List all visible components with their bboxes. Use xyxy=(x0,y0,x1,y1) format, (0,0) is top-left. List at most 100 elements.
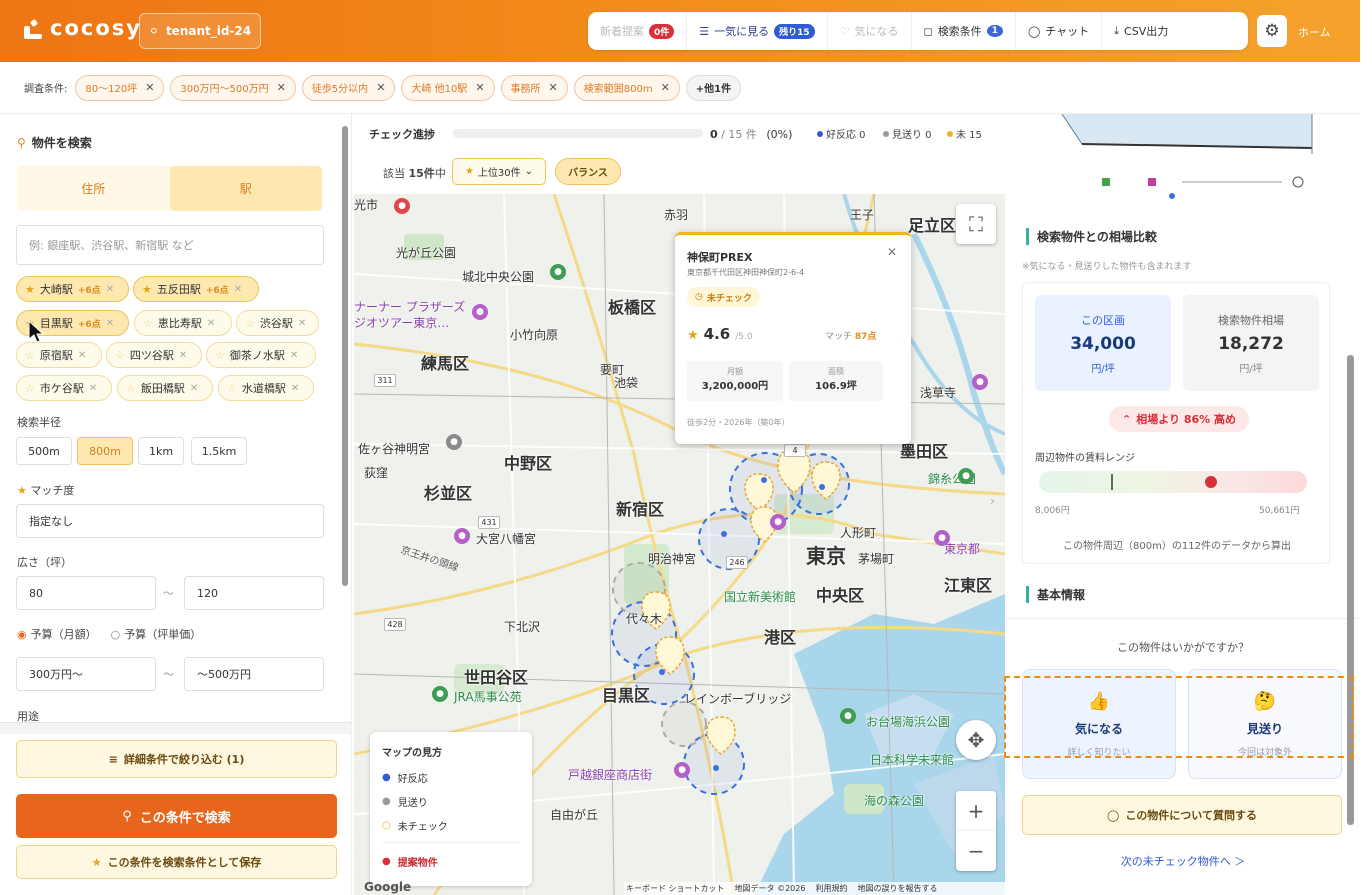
station-chip[interactable]: ☆ 水道橋駅 ✕ xyxy=(218,375,314,401)
station-chip[interactable]: ☆ 四ツ谷駅 ✕ xyxy=(106,342,202,368)
radius-option[interactable]: 1km xyxy=(138,437,184,465)
station-chip[interactable]: ☆ 渋谷駅 ✕ xyxy=(236,310,319,336)
star-outline-icon[interactable]: ☆ xyxy=(25,349,35,362)
poi-marker[interactable]: ● xyxy=(840,708,856,724)
poi-marker[interactable]: ● xyxy=(432,686,448,702)
nav-favorites[interactable]: ♡ 気になる xyxy=(828,12,912,50)
settings-button[interactable]: ⚙ xyxy=(1257,15,1287,47)
tab-address[interactable]: 住所 xyxy=(17,166,170,211)
close-icon[interactable]: ✕ xyxy=(234,284,242,295)
balance-button[interactable]: バランス xyxy=(555,158,621,185)
close-icon[interactable]: ✕ xyxy=(290,350,298,361)
nav-csv-export[interactable]: ⤓ CSV出力 xyxy=(1102,12,1180,50)
close-icon[interactable]: ✕ xyxy=(661,81,670,94)
poi-marker[interactable]: ● xyxy=(958,468,974,484)
close-icon[interactable]: ✕ xyxy=(190,383,198,394)
station-chip[interactable]: ☆ 恵比寿駅 ✕ xyxy=(134,310,232,336)
close-icon[interactable]: ✕ xyxy=(106,318,114,329)
close-icon[interactable]: ✕ xyxy=(89,383,97,394)
radio-checked-icon[interactable]: ◉ xyxy=(17,628,27,641)
condition-chip[interactable]: 80〜120坪 ✕ xyxy=(75,74,165,101)
poi-marker[interactable]: ● xyxy=(972,374,988,390)
next-unchecked-link[interactable]: 次の未チェック物件へ ＞ xyxy=(1006,853,1360,869)
match-select[interactable]: 指定なし xyxy=(16,504,324,538)
radius-option[interactable]: 500m xyxy=(16,437,72,465)
condition-chip[interactable]: 事務所 ✕ xyxy=(500,74,568,101)
tab-station[interactable]: 駅 xyxy=(169,166,322,211)
budget-monthly-label[interactable]: 予算（月額） xyxy=(31,626,97,642)
zoom-in-button[interactable]: + xyxy=(956,791,996,831)
recenter-button[interactable]: ✥ xyxy=(956,720,996,760)
ask-question-button[interactable]: ◯ この物件について質問する xyxy=(1022,795,1342,835)
radio-unchecked-icon[interactable]: ○ xyxy=(111,628,121,641)
budget-max-input[interactable]: 〜500万円 xyxy=(184,657,324,691)
area-min-input[interactable]: 80 xyxy=(16,576,156,610)
star-outline-icon[interactable]: ☆ xyxy=(143,317,153,330)
star-outline-icon[interactable]: ☆ xyxy=(115,349,125,362)
nav-chat[interactable]: ◯ チャット xyxy=(1016,12,1103,50)
fullscreen-button[interactable]: ⛶ xyxy=(956,204,996,244)
close-icon[interactable]: ✕ xyxy=(106,284,114,295)
poi-marker[interactable]: ● xyxy=(394,198,410,214)
close-icon[interactable]: ✕ xyxy=(207,318,215,329)
tenant-selector[interactable]: ⚪ tenant_id-24 xyxy=(139,13,261,49)
property-popup[interactable]: 神保町PREX ✕ 東京都千代田区神田神保町2-6-4 ◷ 未チェック ★ 4.6 /… xyxy=(675,232,911,444)
station-chip[interactable]: ☆ 御茶ノ水駅 ✕ xyxy=(206,342,316,368)
left-scrollbar[interactable] xyxy=(342,126,348,726)
condition-chip[interactable]: 300万円〜500万円 ✕ xyxy=(170,74,296,101)
save-condition-button[interactable]: ★ この条件を検索条件として保存 xyxy=(16,845,337,879)
budget-min-input[interactable]: 300万円〜 xyxy=(16,657,156,691)
poi-marker[interactable]: ● xyxy=(770,514,786,530)
star-outline-icon[interactable]: ☆ xyxy=(227,382,237,395)
attrib-terms[interactable]: 利用規約 xyxy=(815,883,847,894)
close-icon[interactable]: ✕ xyxy=(298,318,306,329)
condition-chip[interactable]: 大崎 他10駅 ✕ xyxy=(401,74,495,101)
poi-marker[interactable]: ● xyxy=(454,528,470,544)
poi-marker[interactable]: ● xyxy=(934,530,950,546)
radius-option[interactable]: 1.5km xyxy=(191,437,247,465)
detail-filter-button[interactable]: ≡ 詳細条件で絞り込む (1) xyxy=(16,740,337,778)
poi-marker[interactable]: ● xyxy=(472,304,488,320)
close-icon[interactable]: ✕ xyxy=(291,383,299,394)
radius-option[interactable]: 800m xyxy=(77,437,133,465)
area-max-input[interactable]: 120 xyxy=(184,576,324,610)
close-icon[interactable]: ✕ xyxy=(179,350,187,361)
poi-marker[interactable]: ● xyxy=(446,434,462,450)
condition-chip[interactable]: 検索範囲800m ✕ xyxy=(573,74,680,101)
close-icon[interactable]: ✕ xyxy=(145,81,154,94)
home-link[interactable]: ホーム xyxy=(1298,24,1331,40)
star-icon[interactable]: ★ xyxy=(25,283,35,296)
cocosy-logo[interactable]: cocosy xyxy=(22,16,142,40)
nav-new-proposals[interactable]: 新着提案 0件 xyxy=(588,12,688,50)
popup-close-icon[interactable]: ✕ xyxy=(887,245,897,259)
close-icon[interactable]: ✕ xyxy=(277,81,286,94)
station-chip[interactable]: ★ 五反田駅 +6点 ✕ xyxy=(133,276,259,302)
star-icon[interactable]: ★ xyxy=(142,283,152,296)
star-outline-icon[interactable]: ☆ xyxy=(126,382,136,395)
star-outline-icon[interactable]: ☆ xyxy=(245,317,255,330)
map-collapse-chevron-icon[interactable]: › xyxy=(990,494,995,508)
station-chip[interactable]: ☆ 市ケ谷駅 ✕ xyxy=(16,375,112,401)
poi-marker[interactable]: ● xyxy=(550,264,566,280)
attrib-keyboard[interactable]: キーボード ショートカット xyxy=(626,883,725,894)
search-button[interactable]: ⚲ この条件で検索 xyxy=(16,794,337,838)
zoom-out-button[interactable]: − xyxy=(956,831,996,871)
close-icon[interactable]: ✕ xyxy=(549,81,558,94)
star-outline-icon[interactable]: ☆ xyxy=(25,382,35,395)
condition-chip[interactable]: 徒歩5分以内 ✕ xyxy=(301,74,396,101)
budget-tsubo-label[interactable]: 予算（坪単価） xyxy=(124,626,201,642)
top-n-select[interactable]: ★ 上位30件 ⌄ xyxy=(452,158,546,185)
station-search-input[interactable]: 例: 銀座駅、渋谷駅、新宿駅 など xyxy=(16,225,324,265)
nav-search-conditions[interactable]: ◻ 検索条件 1 xyxy=(912,12,1016,50)
close-icon[interactable]: ✕ xyxy=(376,81,385,94)
station-chip[interactable]: ★ 大崎駅 +6点 ✕ xyxy=(16,276,129,302)
station-chip[interactable]: ☆ 飯田橋駅 ✕ xyxy=(117,375,213,401)
nav-bulk-view[interactable]: ☰ 一気に見る 残り15 xyxy=(687,12,828,50)
star-outline-icon[interactable]: ☆ xyxy=(215,349,225,362)
map-canvas[interactable]: 練馬区 中野区 杉並区 新宿区 板橋区 墨田区 東京 中央区 江東区 港区 目黒… xyxy=(354,194,1005,895)
close-icon[interactable]: ✕ xyxy=(475,81,484,94)
more-conditions-chip[interactable]: +他1件 xyxy=(685,74,742,101)
station-chip[interactable]: ☆ 原宿駅 ✕ xyxy=(16,342,102,368)
attrib-report[interactable]: 地図の誤りを報告する xyxy=(857,883,937,894)
close-icon[interactable]: ✕ xyxy=(78,350,86,361)
